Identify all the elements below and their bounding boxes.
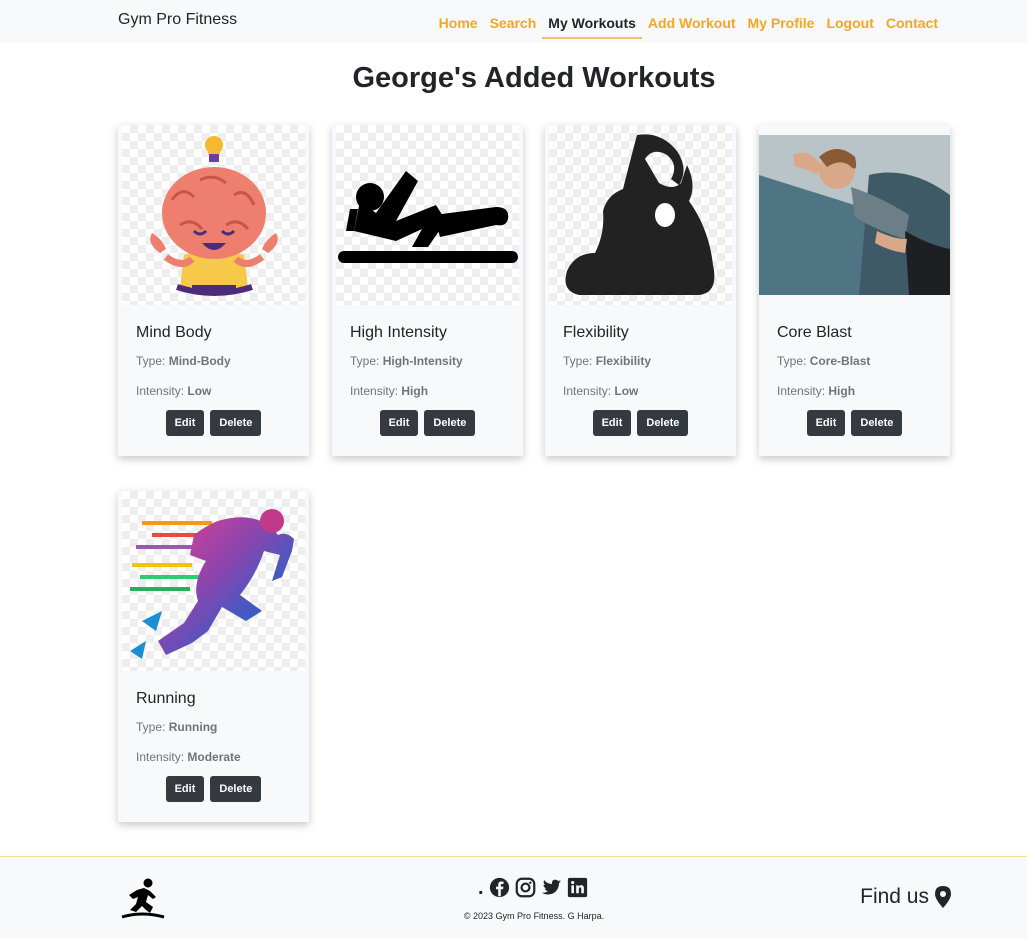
workout-intensity-value: Moderate [187,750,241,764]
workout-intensity: Intensity: Low [136,384,211,398]
nav-contact[interactable]: Contact [880,3,944,39]
page-title: George's Added Workouts [352,62,716,94]
brand-link[interactable]: Gym Pro Fitness [118,11,237,29]
workout-intensity-label: Intensity: [350,384,399,398]
delete-button[interactable]: Delete [851,410,903,436]
workout-intensity-value: Low [614,384,639,398]
delete-button[interactable]: Delete [424,410,476,436]
workout-type-value: Mind-Body [168,354,231,368]
workout-type: Type: High-Intensity [350,354,463,368]
edit-button[interactable]: Edit [165,410,205,436]
card-actions: Edit Delete [759,410,950,436]
instagram-icon[interactable] [515,877,536,898]
workout-intensity: Intensity: Moderate [136,750,241,764]
yoga-pose-silhouette-icon [549,125,732,305]
workout-intensity-value: High [401,384,429,398]
workout-intensity-value: High [828,384,856,398]
nav-my-profile[interactable]: My Profile [742,3,821,39]
edit-button[interactable]: Edit [592,410,632,436]
social-links: . [478,877,588,898]
map-pin-icon [935,886,951,908]
workout-intensity: Intensity: High [777,384,855,398]
workout-title: Running [136,690,196,707]
colorful-runner-icon [122,491,305,671]
workout-type-value: Core-Blast [809,354,871,368]
workout-title: Mind Body [136,324,212,341]
find-us-link[interactable]: Find us [860,885,951,909]
nav-search[interactable]: Search [484,3,543,39]
workout-type: Type: Flexibility [563,354,651,368]
nav-logout[interactable]: Logout [820,3,879,39]
meditating-brain-icon [122,125,305,305]
workout-intensity-value: Low [187,384,212,398]
footer: . © 2023 Gym Pro Fitness. G Harpa. Find … [0,856,1027,938]
workout-card: High Intensity Type: High-Intensity Inte… [332,125,523,456]
main-nav: Home Search My Workouts Add Workout My P… [433,0,944,42]
nav-add-workout[interactable]: Add Workout [642,3,742,39]
card-actions: Edit Delete [118,410,309,436]
workout-intensity-label: Intensity: [777,384,826,398]
workout-intensity-label: Intensity: [563,384,612,398]
find-us-label: Find us [860,885,929,908]
facebook-icon[interactable] [489,877,510,898]
card-actions: Edit Delete [545,410,736,436]
workout-card: Flexibility Type: Flexibility Intensity:… [545,125,736,456]
linkedin-icon[interactable] [567,877,588,898]
workout-card: Mind Body Type: Mind-Body Intensity: Low… [118,125,309,456]
crunch-photo [759,135,950,295]
nav-home[interactable]: Home [433,3,484,39]
workout-type-value: Flexibility [595,354,652,368]
delete-button[interactable]: Delete [637,410,689,436]
workout-type-value: Running [168,720,218,734]
workout-type-label: Type: [777,354,807,368]
workout-type-label: Type: [136,354,166,368]
leg-raise-silhouette-icon [336,125,519,305]
workout-title: Core Blast [777,324,852,341]
workout-type: Type: Mind-Body [136,354,231,368]
delete-button[interactable]: Delete [210,776,262,802]
edit-button[interactable]: Edit [165,776,205,802]
workout-type: Type: Running [136,720,217,734]
workout-type: Type: Core-Blast [777,354,870,368]
workout-card: Running Type: Running Intensity: Moderat… [118,491,309,822]
workout-intensity-label: Intensity: [136,384,185,398]
card-actions: Edit Delete [118,776,309,802]
delete-button[interactable]: Delete [210,410,262,436]
navbar: Gym Pro Fitness Home Search My Workouts … [0,0,1027,42]
workout-card: Core Blast Type: Core-Blast Intensity: H… [759,125,950,456]
workout-title: Flexibility [563,324,629,341]
workout-type-label: Type: [563,354,593,368]
workout-intensity: Intensity: High [350,384,428,398]
workout-intensity-label: Intensity: [136,750,185,764]
workout-type-label: Type: [350,354,380,368]
workout-type-label: Type: [136,720,166,734]
edit-button[interactable]: Edit [806,410,846,436]
workout-title: High Intensity [350,324,447,341]
edit-button[interactable]: Edit [379,410,419,436]
card-actions: Edit Delete [332,410,523,436]
copyright: © 2023 Gym Pro Fitness. G Harpa. [463,911,605,921]
twitter-icon[interactable] [541,877,562,898]
workout-type-value: High-Intensity [382,354,463,368]
social-prefix: . [478,876,484,899]
nav-my-workouts[interactable]: My Workouts [542,3,642,39]
workout-intensity: Intensity: Low [563,384,638,398]
